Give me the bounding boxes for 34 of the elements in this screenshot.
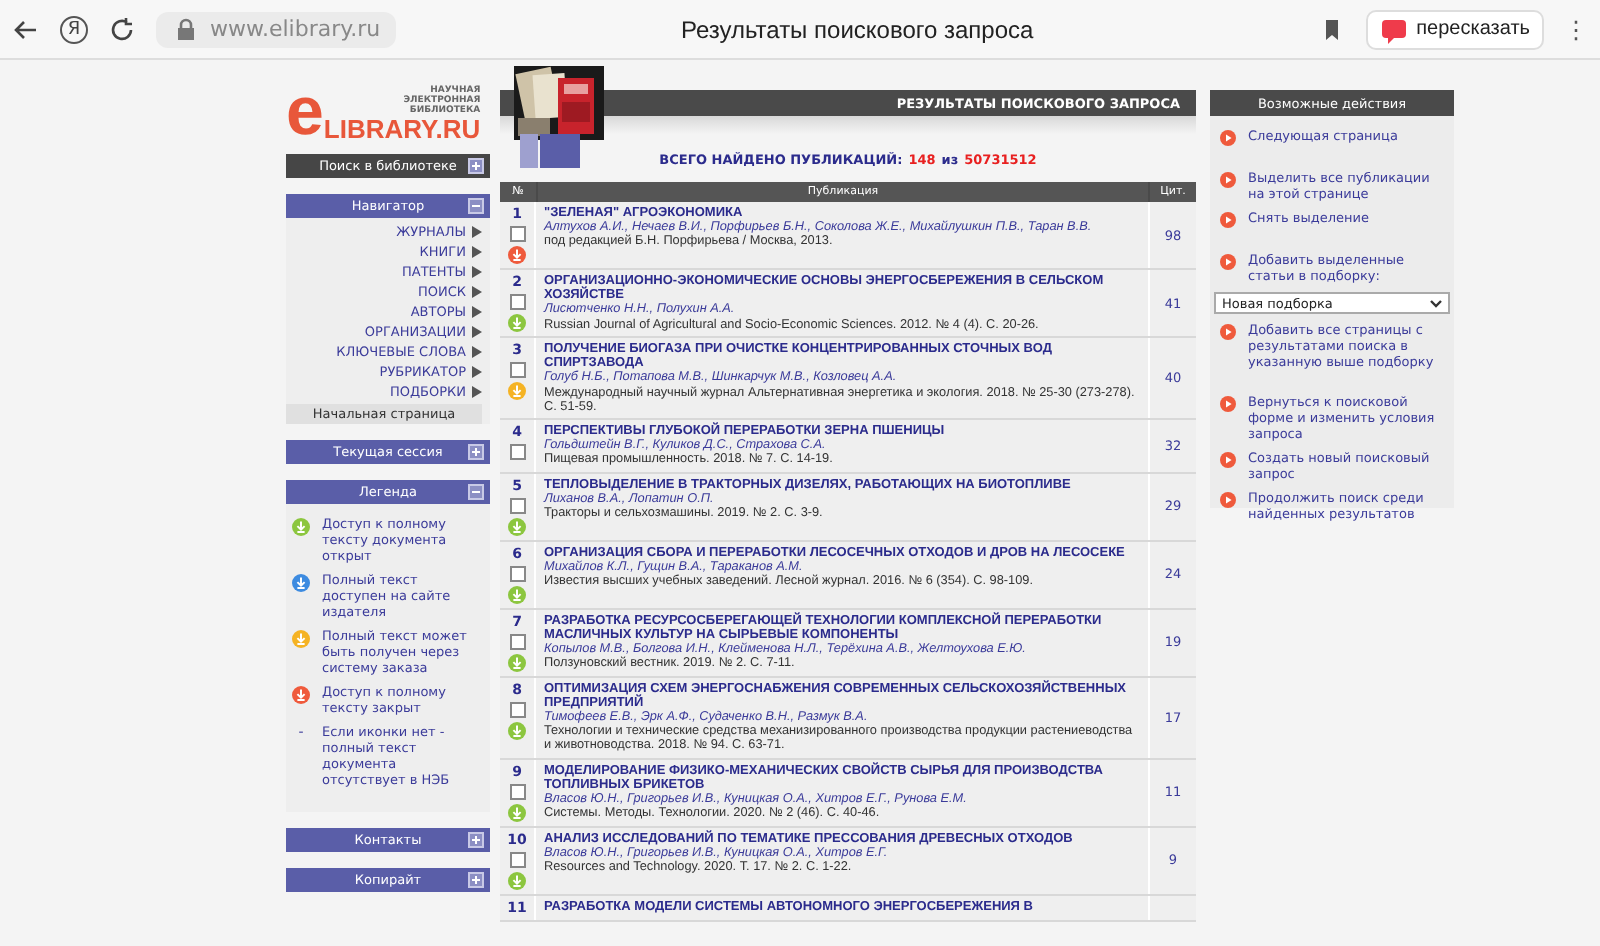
collapse-icon[interactable] bbox=[468, 484, 484, 500]
play-icon bbox=[1220, 452, 1236, 468]
expand-icon[interactable] bbox=[468, 158, 484, 174]
checkbox[interactable] bbox=[509, 701, 525, 718]
checkbox[interactable] bbox=[509, 851, 525, 868]
play-icon bbox=[1220, 324, 1236, 340]
menu-icon[interactable]: ⋮ bbox=[1564, 15, 1588, 43]
checkbox[interactable] bbox=[509, 633, 525, 650]
checkbox[interactable] bbox=[509, 362, 525, 378]
browser-logo[interactable]: Я bbox=[60, 15, 88, 43]
checkbox[interactable] bbox=[509, 565, 525, 582]
play-icon bbox=[1220, 254, 1236, 270]
page-title: Результаты поискового запроса bbox=[678, 15, 1036, 43]
play-icon bbox=[1220, 130, 1236, 146]
retell-button[interactable]: пересказать bbox=[1366, 9, 1544, 49]
checkbox[interactable] bbox=[509, 497, 525, 514]
reload-icon[interactable] bbox=[108, 15, 136, 43]
tile-drawing bbox=[520, 134, 580, 168]
expand-icon[interactable] bbox=[468, 444, 484, 460]
checkbox[interactable] bbox=[509, 294, 525, 310]
checkbox[interactable] bbox=[509, 444, 525, 461]
expand-icon[interactable] bbox=[468, 872, 484, 888]
checkbox[interactable] bbox=[509, 783, 525, 800]
play-icon bbox=[1220, 172, 1236, 188]
play-icon bbox=[1220, 212, 1236, 228]
play-icon bbox=[1220, 492, 1236, 508]
checkbox[interactable] bbox=[509, 226, 525, 242]
lock-icon bbox=[172, 15, 200, 43]
collapse-icon[interactable] bbox=[468, 198, 484, 214]
play-icon bbox=[1220, 396, 1236, 412]
chevron-down-icon bbox=[1430, 299, 1442, 307]
back-icon[interactable] bbox=[12, 15, 40, 43]
speech-bubble-icon bbox=[1380, 15, 1409, 43]
expand-icon[interactable] bbox=[468, 832, 484, 848]
